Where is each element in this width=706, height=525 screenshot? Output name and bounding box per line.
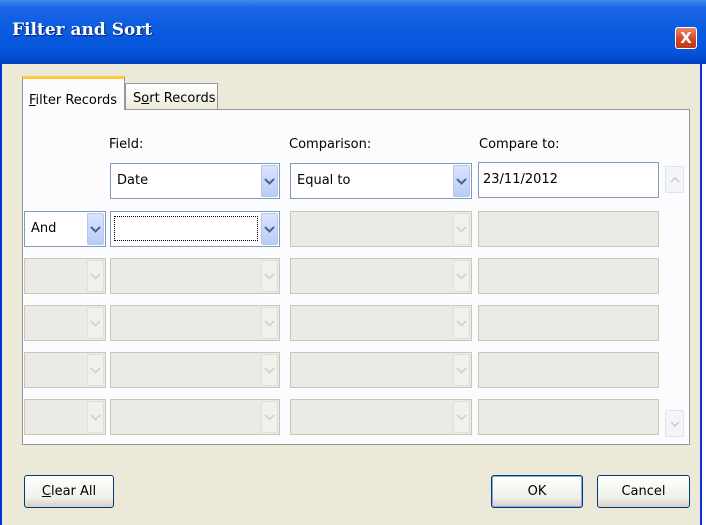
tab-filter-label: ilter Records (35, 93, 118, 108)
close-icon: X (680, 29, 692, 47)
comparison-value: Equal to (297, 173, 351, 188)
compare-to-input-row-4[interactable] (478, 305, 659, 341)
tab-sort-label-b: rt Records (149, 91, 216, 106)
title-bar: Filter and Sort X (0, 0, 706, 64)
conjunction-select-row-3[interactable] (24, 258, 106, 294)
chevron-down-icon (87, 307, 104, 339)
window-title: Filter and Sort (12, 20, 153, 40)
cancel-button[interactable]: Cancel (597, 475, 690, 508)
field-header: Field: (109, 137, 144, 152)
comparison-header: Comparison: (289, 137, 372, 152)
clear-all-label: lear All (50, 484, 97, 499)
field-select-row-2[interactable] (110, 211, 280, 247)
conjunction-select-row-2[interactable]: And (24, 211, 106, 247)
chevron-down-icon[interactable] (261, 213, 278, 245)
close-button[interactable]: X (675, 27, 697, 49)
comparison-select-row-6[interactable] (290, 399, 472, 435)
chevron-down-icon[interactable] (87, 213, 104, 245)
chevron-down-icon (261, 401, 278, 433)
clear-all-accel: C (41, 484, 51, 499)
conjunction-value: And (31, 221, 57, 236)
tab-filter-records[interactable]: Filter Records (22, 76, 125, 110)
comparison-select-row-1[interactable]: Equal to (290, 163, 472, 199)
chevron-down-icon (87, 260, 104, 292)
scroll-up-button[interactable] (665, 166, 684, 193)
comparison-select-row-3[interactable] (290, 258, 472, 294)
chevron-down-icon (453, 307, 470, 339)
compare-to-value: 23/11/2012 (483, 172, 558, 187)
tab-sort-records[interactable]: Sort Records (125, 83, 218, 110)
chevron-down-icon (261, 260, 278, 292)
chevron-down-icon (453, 213, 470, 245)
conjunction-select-row-5[interactable] (24, 352, 106, 388)
chevron-down-icon[interactable] (261, 165, 278, 197)
field-select-row-6[interactable] (110, 399, 280, 435)
chevron-down-icon (453, 401, 470, 433)
scroll-down-button[interactable] (665, 410, 684, 437)
compare-to-input-row-6[interactable] (478, 399, 659, 435)
compare-to-input-row-1[interactable]: 23/11/2012 (478, 162, 659, 198)
chevron-down-icon (261, 354, 278, 386)
cancel-label: Cancel (621, 484, 666, 499)
chevron-down-icon (87, 354, 104, 386)
focus-rect (114, 216, 258, 241)
field-select-row-5[interactable] (110, 352, 280, 388)
field-select-row-1[interactable]: Date (110, 163, 280, 199)
chevron-down-icon (453, 354, 470, 386)
scroll-up-icon (669, 176, 680, 183)
compare-to-input-row-2[interactable] (478, 211, 659, 247)
field-select-row-3[interactable] (110, 258, 280, 294)
ok-button[interactable]: OK (491, 475, 583, 508)
dialog-body: Filter Records Sort Records Field: Compa… (2, 64, 700, 525)
compare-to-input-row-5[interactable] (478, 352, 659, 388)
comparison-select-row-2[interactable] (290, 211, 472, 247)
chevron-down-icon[interactable] (453, 165, 470, 197)
ok-label: OK (527, 484, 547, 499)
scroll-down-icon (669, 421, 680, 428)
field-select-row-4[interactable] (110, 305, 280, 341)
comparison-select-row-4[interactable] (290, 305, 472, 341)
chevron-down-icon (87, 401, 104, 433)
compare-to-input-row-3[interactable] (478, 258, 659, 294)
chevron-down-icon (453, 260, 470, 292)
clear-all-button[interactable]: Clear All (24, 475, 114, 508)
field-value: Date (117, 173, 149, 188)
conjunction-select-row-4[interactable] (24, 305, 106, 341)
conjunction-select-row-6[interactable] (24, 399, 106, 435)
chevron-down-icon (261, 307, 278, 339)
compare-to-header: Compare to: (479, 137, 560, 152)
comparison-select-row-5[interactable] (290, 352, 472, 388)
